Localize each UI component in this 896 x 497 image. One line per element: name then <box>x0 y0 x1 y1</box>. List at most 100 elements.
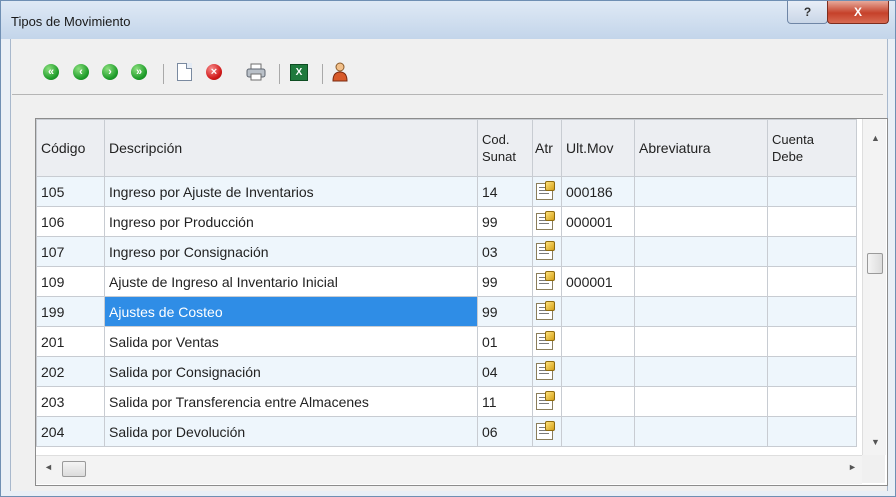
cell-ult-mov[interactable] <box>561 326 635 357</box>
delete-button[interactable]: × <box>203 61 225 83</box>
cell-atr[interactable] <box>532 356 562 387</box>
cell-ult-mov[interactable]: 000186 <box>561 176 635 207</box>
column-header-codigo[interactable]: Código <box>36 119 105 177</box>
column-header-ult-mov[interactable]: Ult.Mov <box>561 119 635 177</box>
table-row[interactable]: 203 Salida por Transferencia entre Almac… <box>36 386 857 417</box>
table-row[interactable]: 106 Ingreso por Producción 99 000001 <box>36 206 857 237</box>
scroll-right-icon[interactable]: ► <box>848 462 857 472</box>
first-record-button[interactable]: « <box>40 61 62 83</box>
cell-cuenta-debe[interactable] <box>767 266 857 297</box>
properties-icon[interactable] <box>536 331 555 351</box>
cell-cod-sunat[interactable]: 01 <box>477 326 533 357</box>
cell-codigo[interactable]: 107 <box>36 236 105 267</box>
cell-ult-mov[interactable]: 000001 <box>561 266 635 297</box>
cell-cuenta-debe[interactable] <box>767 236 857 267</box>
cell-cod-sunat[interactable]: 14 <box>477 176 533 207</box>
cell-atr[interactable] <box>532 386 562 417</box>
help-button[interactable]: ? <box>787 1 828 24</box>
cell-abreviatura[interactable] <box>634 296 768 327</box>
cell-descripcion[interactable]: Salida por Transferencia entre Almacenes <box>104 386 478 417</box>
cell-descripcion[interactable]: Salida por Ventas <box>104 326 478 357</box>
cell-abreviatura[interactable] <box>634 416 768 447</box>
column-header-cod-sunat[interactable]: Cod. Sunat <box>477 119 533 177</box>
table-row-selected[interactable]: 199 Ajustes de Costeo 99 <box>36 296 857 327</box>
cell-abreviatura[interactable] <box>634 176 768 207</box>
title-bar[interactable]: Tipos de Movimiento ? X <box>1 1 895 39</box>
cell-abreviatura[interactable] <box>634 326 768 357</box>
cell-cuenta-debe[interactable] <box>767 326 857 357</box>
cell-descripcion[interactable]: Ingreso por Consignación <box>104 236 478 267</box>
cell-cuenta-debe[interactable] <box>767 386 857 417</box>
cell-cuenta-debe[interactable] <box>767 296 857 327</box>
cell-codigo[interactable]: 201 <box>36 326 105 357</box>
properties-icon[interactable] <box>536 301 555 321</box>
cell-atr[interactable] <box>532 206 562 237</box>
vertical-scrollbar[interactable]: ▲ ▼ <box>862 119 886 455</box>
cell-descripcion[interactable]: Ingreso por Ajuste de Inventarios <box>104 176 478 207</box>
cell-cod-sunat[interactable]: 99 <box>477 206 533 237</box>
cell-cuenta-debe[interactable] <box>767 176 857 207</box>
properties-icon[interactable] <box>536 271 555 291</box>
column-header-descripcion[interactable]: Descripción <box>104 119 478 177</box>
cell-codigo[interactable]: 203 <box>36 386 105 417</box>
cell-atr[interactable] <box>532 326 562 357</box>
cell-cod-sunat[interactable]: 06 <box>477 416 533 447</box>
cell-cuenta-debe[interactable] <box>767 416 857 447</box>
cell-abreviatura[interactable] <box>634 236 768 267</box>
cell-cod-sunat[interactable]: 99 <box>477 266 533 297</box>
cell-codigo[interactable]: 202 <box>36 356 105 387</box>
scroll-down-icon[interactable]: ▼ <box>871 437 880 447</box>
cell-codigo[interactable]: 109 <box>36 266 105 297</box>
table-row[interactable]: 107 Ingreso por Consignación 03 <box>36 236 857 267</box>
properties-icon[interactable] <box>536 421 555 441</box>
properties-icon[interactable] <box>536 181 555 201</box>
cell-descripcion[interactable]: Salida por Consignación <box>104 356 478 387</box>
properties-icon[interactable] <box>536 361 555 381</box>
cell-descripcion[interactable]: Salida por Devolución <box>104 416 478 447</box>
close-button[interactable]: X <box>827 1 889 24</box>
horizontal-scroll-thumb[interactable] <box>62 461 86 477</box>
cell-cod-sunat[interactable]: 99 <box>477 296 533 327</box>
next-record-button[interactable]: › <box>99 61 121 83</box>
cell-ult-mov[interactable] <box>561 296 635 327</box>
column-header-abreviatura[interactable]: Abreviatura <box>634 119 768 177</box>
cell-ult-mov[interactable] <box>561 236 635 267</box>
properties-icon[interactable] <box>536 391 555 411</box>
scroll-left-icon[interactable]: ◄ <box>44 462 53 472</box>
vertical-scroll-thumb[interactable] <box>867 253 883 274</box>
table-row[interactable]: 105 Ingreso por Ajuste de Inventarios 14… <box>36 176 857 207</box>
cell-atr[interactable] <box>532 236 562 267</box>
user-button[interactable] <box>329 61 351 83</box>
cell-atr[interactable] <box>532 176 562 207</box>
cell-ult-mov[interactable] <box>561 356 635 387</box>
cell-atr[interactable] <box>532 416 562 447</box>
table-row[interactable]: 204 Salida por Devolución 06 <box>36 416 857 447</box>
cell-abreviatura[interactable] <box>634 356 768 387</box>
cell-cuenta-debe[interactable] <box>767 356 857 387</box>
new-document-button[interactable] <box>173 61 195 83</box>
cell-codigo[interactable]: 106 <box>36 206 105 237</box>
cell-cuenta-debe[interactable] <box>767 206 857 237</box>
cell-cod-sunat[interactable]: 11 <box>477 386 533 417</box>
cell-abreviatura[interactable] <box>634 266 768 297</box>
previous-record-button[interactable]: ‹ <box>70 61 92 83</box>
cell-abreviatura[interactable] <box>634 386 768 417</box>
properties-icon[interactable] <box>536 211 555 231</box>
export-excel-button[interactable]: X <box>288 61 310 83</box>
cell-ult-mov[interactable] <box>561 386 635 417</box>
table-row[interactable]: 109 Ajuste de Ingreso al Inventario Inic… <box>36 266 857 297</box>
horizontal-scrollbar[interactable]: ◄ ► <box>36 455 862 484</box>
cell-ult-mov[interactable]: 000001 <box>561 206 635 237</box>
cell-codigo[interactable]: 105 <box>36 176 105 207</box>
cell-atr[interactable] <box>532 266 562 297</box>
cell-descripcion[interactable]: Ingreso por Producción <box>104 206 478 237</box>
cell-abreviatura[interactable] <box>634 206 768 237</box>
table-row[interactable]: 202 Salida por Consignación 04 <box>36 356 857 387</box>
last-record-button[interactable]: » <box>128 61 150 83</box>
cell-codigo[interactable]: 204 <box>36 416 105 447</box>
cell-cod-sunat[interactable]: 04 <box>477 356 533 387</box>
cell-codigo[interactable]: 199 <box>36 296 105 327</box>
column-header-atr[interactable]: Atr <box>532 119 562 177</box>
table-row[interactable]: 201 Salida por Ventas 01 <box>36 326 857 357</box>
cell-cod-sunat[interactable]: 03 <box>477 236 533 267</box>
